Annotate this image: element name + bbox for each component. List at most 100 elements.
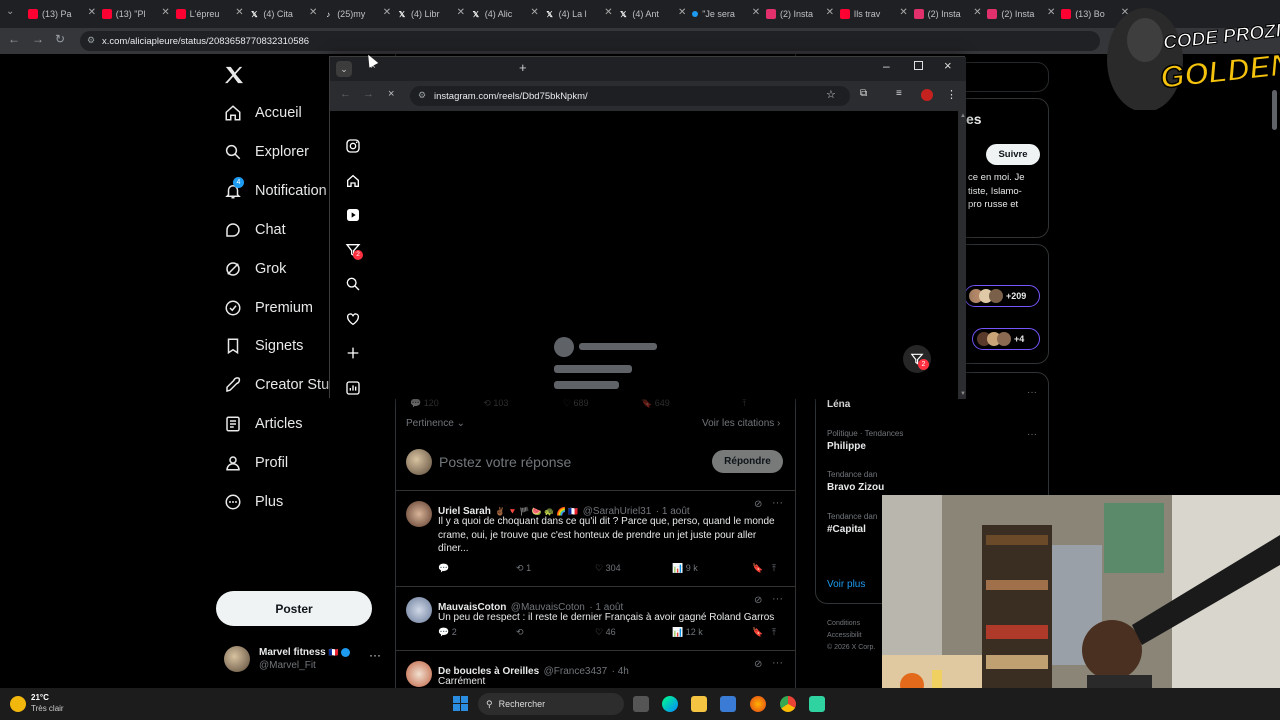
browser-tab[interactable]: 𝕏 (4) Libr ✕ [397,4,465,24]
reels-icon[interactable] [345,207,361,223]
extensions-icon[interactable]: ⧉ [860,88,867,99]
tab-list-chevron-icon[interactable]: ⌄ [6,6,14,17]
nav-item-creator-stud[interactable]: Creator Stud [224,376,337,394]
more-icon[interactable]: ··· [369,648,381,662]
floating-messages-button[interactable]: 2 [903,345,931,373]
popup-address-bar[interactable]: ⚙ instagram.com/reels/Dbd75bkNpkm/ [410,86,850,106]
browser-tab[interactable]: (13) Pa ✕ [28,4,96,24]
nav-item-notification[interactable]: 4 Notification [224,176,327,200]
reply-tweet[interactable]: De boucles à Oreilles @France3437 · 4h ⊘ ·… [396,650,796,690]
nav-item-articles[interactable]: Articles [224,415,303,433]
view-quotes-link[interactable]: Voir les citations › [702,418,780,429]
browser-tab[interactable]: (2) Insta ✕ [987,4,1055,24]
grok-icon[interactable]: ⊘ [754,659,762,670]
avatar[interactable] [406,661,432,687]
minimize-icon[interactable]: – [883,59,890,73]
maximize-icon[interactable] [914,61,923,70]
more-icon[interactable]: ··· [772,497,783,509]
avatar[interactable] [406,597,432,623]
close-tab-icon[interactable]: ✕ [88,7,96,18]
reply-icon[interactable]: 💬 [438,627,449,637]
bookmark-star-icon[interactable]: ☆ [826,88,836,101]
grok-icon[interactable]: ⊘ [754,499,762,510]
nav-item-profil[interactable]: Profil [224,454,288,472]
reply-tweet[interactable]: Uriel Sarah ✌🏾 🔻 🏴 🍉 🐢 🌈 🇫🇷 @SarahUriel3… [396,490,796,586]
avatar-group-pill[interactable]: +209 [964,285,1040,307]
more-icon[interactable]: ··· [1027,429,1037,440]
new-tab-icon[interactable]: + [519,60,527,75]
like-icon[interactable]: ♡ [563,398,571,408]
browser-tab[interactable]: "Je sera ✕ [692,4,760,24]
like-group[interactable]: ♡ 304 [595,563,621,574]
x-logo-icon[interactable] [224,66,244,89]
profile-avatar-icon[interactable] [921,89,933,101]
share-icon[interactable]: ⤒ [772,627,776,638]
reply-tweet[interactable]: MauvaisCoton @MauvaisCoton · 1 août ⊘ ··· U… [396,586,796,650]
popup-scrollbar[interactable]: ▲ ▼ [958,111,966,399]
firefox-icon[interactable] [750,696,766,712]
close-tab-icon[interactable]: ✕ [530,7,538,18]
browser-tab[interactable]: L'épreu ✕ [175,4,244,24]
tab-list-chevron-icon[interactable]: ⌄ [336,61,352,77]
close-tab-icon[interactable]: ✕ [899,7,907,18]
bookmark-icon[interactable]: 🔖 [641,398,652,408]
nav-item-plus[interactable]: Plus [224,493,283,511]
browser-tab[interactable]: ♪ (25)my ✕ [323,4,391,24]
more-icon[interactable]: ··· [772,593,783,605]
dashboard-icon[interactable] [345,380,361,396]
trend-item[interactable]: Politique · Tendances Philippe ··· [827,429,1037,452]
reload-icon[interactable]: ↻ [55,32,65,46]
nav-item-explorer[interactable]: Explorer [224,143,309,161]
browser-tab[interactable]: 𝕏 (4) Ant ✕ [618,4,686,24]
home-icon[interactable] [345,173,361,189]
browser-tab[interactable]: (2) Insta ✕ [913,4,982,24]
see-more-link[interactable]: Voir plus [827,579,865,590]
bookmark-icon[interactable]: 🔖 [752,563,763,574]
search-icon[interactable] [345,276,361,292]
site-info-icon[interactable]: ⚙ [87,35,95,46]
close-tab-icon[interactable]: ✕ [161,7,169,18]
plus-icon[interactable] [345,345,361,361]
messages-icon[interactable]: 2 [345,242,363,260]
browser-menu-icon[interactable]: ⋮ [946,88,957,101]
task-view-icon[interactable] [633,696,649,712]
close-tab-icon[interactable]: ✕ [383,7,391,18]
nav-item-premium[interactable]: Premium [224,299,313,317]
close-tab-icon[interactable]: ✕ [973,7,981,18]
bookmark-icon[interactable]: 🔖 [752,627,763,638]
address-bar[interactable]: ⚙ x.com/aliciapleure/status/208365877083… [80,31,1100,51]
heart-icon[interactable] [345,311,361,327]
file-explorer-icon[interactable] [691,696,707,712]
footer-link[interactable]: Accessibilit [827,630,875,642]
edge-icon[interactable] [662,696,678,712]
windows-start-icon[interactable] [453,696,469,712]
stop-loading-icon[interactable]: × [388,88,394,100]
browser-tab[interactable]: 𝕏 (4) La l ✕ [545,4,612,24]
share-icon[interactable]: ⤒ [742,398,746,408]
app-icon[interactable] [809,696,825,712]
avatar-group-pill[interactable]: +4 [972,328,1040,350]
like-group[interactable]: ♡ 46 [595,627,616,638]
close-tab-icon[interactable]: ✕ [235,7,243,18]
nav-item-accueil[interactable]: Accueil [224,104,302,122]
post-button[interactable]: Poster [216,591,372,626]
close-tab-icon[interactable]: ✕ [826,7,834,18]
chrome-icon[interactable] [780,696,796,712]
more-icon[interactable]: ··· [772,657,783,669]
repost-group[interactable]: ⟲ 1 [516,563,531,574]
forward-icon[interactable]: → [363,88,374,100]
close-tab-icon[interactable]: ✕ [752,7,760,18]
browser-tab[interactable]: 𝕏 (4) Alic ✕ [471,4,539,24]
media-controls-icon[interactable]: ≡ [896,88,902,99]
close-tab-icon[interactable]: ✕ [309,7,317,18]
back-icon[interactable]: ← [340,88,351,100]
sort-dropdown[interactable]: Pertinence ⌄ [406,418,465,429]
nav-item-chat[interactable]: Chat [224,221,286,239]
follow-button[interactable]: Suivre [986,144,1040,165]
browser-tab[interactable]: 𝕏 (4) Cita ✕ [249,4,317,24]
nav-item-signets[interactable]: Signets [224,337,303,355]
views-group[interactable]: 📊 9 k [672,563,698,574]
forward-icon[interactable]: → [32,32,44,46]
nav-item-grok[interactable]: Grok [224,260,286,278]
avatar[interactable] [406,501,432,527]
